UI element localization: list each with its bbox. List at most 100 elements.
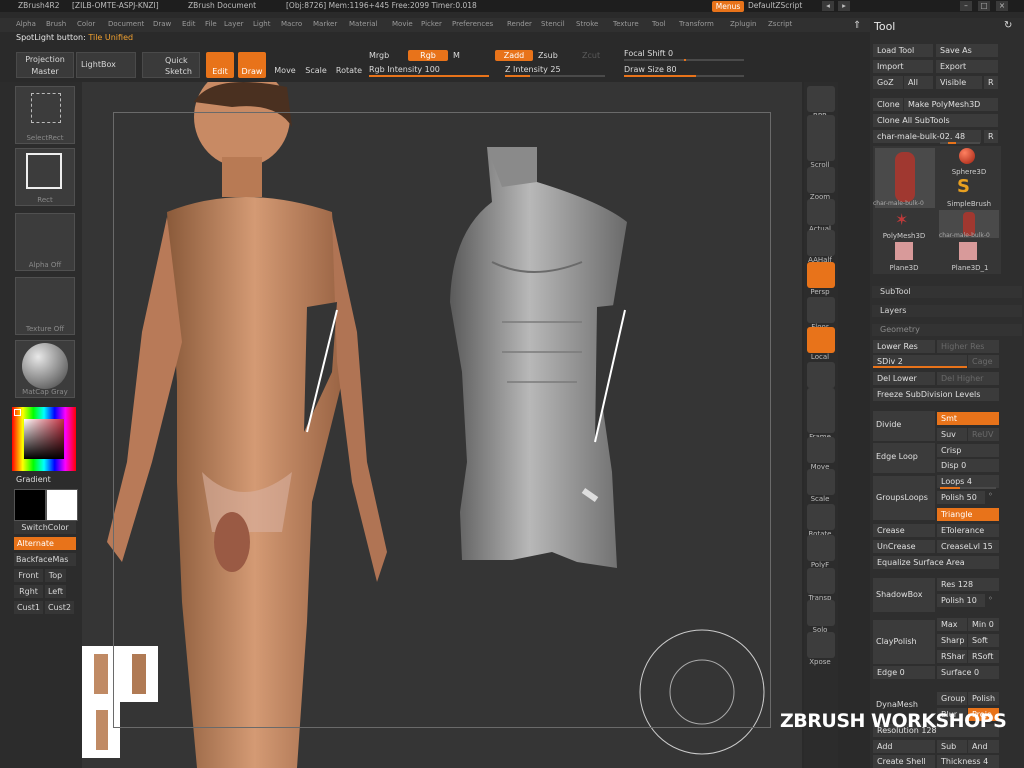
- polish-10-slider[interactable]: Polish 10: [937, 594, 985, 607]
- gradient-label[interactable]: Gradient: [16, 475, 51, 484]
- higher-res-button[interactable]: Higher Res: [937, 340, 999, 353]
- zcut-button[interactable]: Zcut: [582, 51, 600, 60]
- menu-item-stroke[interactable]: Stroke: [576, 20, 598, 28]
- alternate-button[interactable]: Alternate: [14, 537, 76, 550]
- del-higher-button[interactable]: Del Higher: [937, 372, 999, 385]
- menu-item-picker[interactable]: Picker: [421, 20, 442, 28]
- scale-button[interactable]: Scale: [303, 52, 329, 78]
- crisp-toggle[interactable]: Crisp: [937, 444, 999, 457]
- subtool-section[interactable]: SubTool: [872, 286, 1022, 298]
- menu-item-marker[interactable]: Marker: [313, 20, 337, 28]
- uncrease-button[interactable]: UnCrease: [873, 540, 935, 553]
- local-button[interactable]: [807, 327, 835, 353]
- secondary-color-swatch[interactable]: [46, 489, 78, 521]
- maximize-icon[interactable]: □: [978, 1, 990, 11]
- menu-item-render[interactable]: Render: [507, 20, 532, 28]
- surface-slider[interactable]: Surface 0: [937, 666, 999, 679]
- solo-button[interactable]: [807, 600, 835, 626]
- arrow-right-icon[interactable]: ▸: [838, 1, 850, 11]
- menu-item-brush[interactable]: Brush: [46, 20, 66, 28]
- scale-button[interactable]: [807, 469, 835, 495]
- geometry-section[interactable]: Geometry: [872, 324, 1022, 336]
- scroll-button[interactable]: [807, 135, 835, 161]
- freeze-subdivision-button[interactable]: Freeze SubDivision Levels: [873, 388, 999, 401]
- layers-section[interactable]: Layers: [872, 305, 1022, 317]
- rotate-button[interactable]: [807, 504, 835, 530]
- claypolish-button[interactable]: ClayPolish: [873, 620, 935, 664]
- xpose-button[interactable]: [807, 632, 835, 658]
- rotate-button[interactable]: Rotate: [335, 52, 363, 78]
- tool-thumb-active[interactable]: [875, 148, 935, 208]
- persp-button[interactable]: [807, 262, 835, 288]
- main-color-swatch[interactable]: [14, 489, 46, 521]
- res-slider[interactable]: Res 128: [937, 578, 999, 591]
- shadowbox-button[interactable]: ShadowBox: [873, 578, 935, 612]
- backfacemask-button[interactable]: BackfaceMas: [14, 553, 76, 566]
- move-button[interactable]: [807, 437, 835, 463]
- and-button[interactable]: And: [968, 740, 999, 753]
- disp-slider[interactable]: Disp 0: [937, 459, 999, 472]
- transp-button[interactable]: [807, 568, 835, 594]
- smt-toggle[interactable]: Smt: [937, 412, 999, 425]
- edge-loop-button[interactable]: Edge Loop: [873, 443, 935, 473]
- polyf-button[interactable]: [807, 535, 835, 561]
- actual-button[interactable]: [807, 199, 835, 225]
- polish-toggle[interactable]: Polish: [968, 692, 999, 705]
- focal-shift-slider[interactable]: [624, 59, 744, 61]
- menu-item-transform[interactable]: Transform: [679, 20, 714, 28]
- sub-button[interactable]: Sub: [937, 740, 967, 753]
- r-button[interactable]: R: [984, 76, 998, 89]
- visible-button[interactable]: Visible: [936, 76, 982, 89]
- texture-swatch[interactable]: Texture Off: [15, 277, 75, 335]
- draw-button[interactable]: Draw: [238, 52, 266, 78]
- menu-item-macro[interactable]: Macro: [281, 20, 302, 28]
- soft-slider[interactable]: Soft: [968, 634, 999, 647]
- sphere3d-icon[interactable]: [959, 148, 975, 164]
- color-picker[interactable]: [12, 407, 76, 471]
- load-tool-button[interactable]: Load Tool: [873, 44, 933, 57]
- clone-all-subtools-button[interactable]: Clone All SubTools: [873, 114, 998, 127]
- menu-item-color[interactable]: Color: [77, 20, 95, 28]
- left-view-button[interactable]: Left: [45, 585, 66, 598]
- menu-item-preferences[interactable]: Preferences: [452, 20, 493, 28]
- creaselvl-slider[interactable]: CreaseLvl 15: [937, 540, 999, 553]
- polymesh3d-icon[interactable]: ✶: [895, 210, 908, 229]
- divide-button[interactable]: Divide: [873, 411, 935, 441]
- suv-toggle[interactable]: Suv: [937, 428, 967, 441]
- triangle-toggle[interactable]: Triangle: [937, 508, 999, 521]
- create-shell-button[interactable]: Create Shell: [873, 755, 935, 768]
- stroke-swatch[interactable]: Rect: [15, 148, 75, 206]
- arrow-up-icon[interactable]: ⇑: [853, 20, 863, 31]
- make-polymesh-button[interactable]: Make PolyMesh3D: [904, 98, 998, 111]
- rgb-button[interactable]: Rgb: [408, 50, 448, 61]
- menu-item-alpha[interactable]: Alpha: [16, 20, 36, 28]
- color-picker-square[interactable]: [24, 419, 64, 459]
- thickness-slider[interactable]: Thickness 4: [937, 755, 999, 768]
- mrgb-button[interactable]: Mrgb: [369, 51, 389, 60]
- zsub-button[interactable]: Zsub: [538, 51, 558, 60]
- r-button-2[interactable]: R: [984, 130, 998, 143]
- sharp-slider[interactable]: Sharp: [937, 634, 967, 647]
- cage-button[interactable]: Cage: [968, 355, 999, 368]
- reuv-button[interactable]: ReUV: [968, 428, 999, 441]
- edit-button[interactable]: Edit: [206, 52, 234, 78]
- front-view-button[interactable]: Front: [14, 569, 43, 582]
- menu-item-movie[interactable]: Movie: [392, 20, 413, 28]
- clone-button[interactable]: Clone: [873, 98, 903, 111]
- menu-item-tool[interactable]: Tool: [652, 20, 666, 28]
- frame-button[interactable]: [807, 407, 835, 433]
- del-lower-button[interactable]: Del Lower: [873, 372, 935, 385]
- simplebrush-icon[interactable]: S: [957, 176, 970, 197]
- max-slider[interactable]: Max: [937, 618, 967, 631]
- z-intensity-slider[interactable]: [505, 75, 605, 77]
- all-button[interactable]: All: [904, 76, 933, 89]
- m-button[interactable]: M: [453, 51, 460, 60]
- etolerance-slider[interactable]: ETolerance: [937, 524, 999, 537]
- top-view-button[interactable]: Top: [45, 569, 66, 582]
- bpr-button[interactable]: [807, 86, 835, 112]
- palette-close-icon[interactable]: ↻: [1004, 20, 1012, 31]
- menu-item-material[interactable]: Material: [349, 20, 377, 28]
- rgb-intensity-slider[interactable]: [369, 75, 489, 77]
- polish-10-toggle-icon[interactable]: ◦: [988, 594, 993, 603]
- polish-slider[interactable]: Polish 50: [937, 491, 985, 504]
